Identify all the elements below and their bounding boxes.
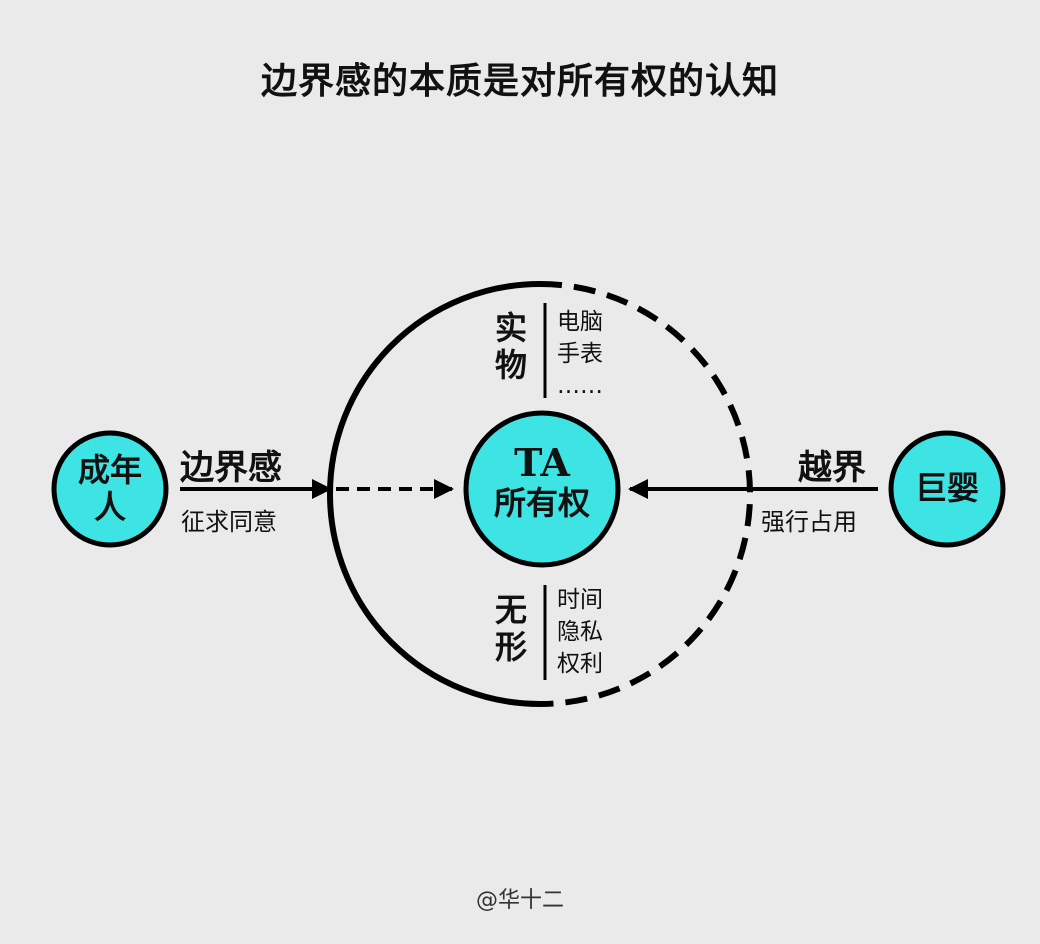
center-node-label: TA 所有权 bbox=[466, 441, 618, 521]
tangible-label-line1: 实 bbox=[494, 309, 527, 347]
tangible-item: …… bbox=[557, 373, 603, 399]
intangible-items: 时间 隐私 权利 bbox=[557, 584, 603, 680]
tangible-item: 电脑 bbox=[557, 309, 603, 335]
intangible-label-line2: 形 bbox=[494, 627, 527, 666]
left-node-line1: 成年 bbox=[77, 451, 142, 489]
left-arrow-sublabel: 征求同意 bbox=[181, 508, 277, 536]
intangible-item: 隐私 bbox=[557, 619, 603, 645]
tangible-label-line2: 物 bbox=[494, 345, 527, 384]
tangible-label: 实 物 bbox=[491, 310, 531, 384]
diagram-page: 边界感的本质是对所有权的认知 成年 人 巨婴 TA 所有权 边界感 征求同意 越… bbox=[0, 0, 1040, 944]
center-node-line1: TA bbox=[514, 440, 570, 485]
watermark: @华十二 bbox=[475, 888, 564, 913]
tangible-item: 手表 bbox=[557, 341, 603, 367]
center-node-line2: 所有权 bbox=[493, 483, 590, 522]
right-node-label: 巨婴 bbox=[914, 469, 979, 507]
intangible-item: 时间 bbox=[557, 587, 603, 613]
intangible-item: 权利 bbox=[557, 651, 603, 677]
left-arrow-label: 边界感 bbox=[180, 448, 282, 488]
tangible-items: 电脑 手表 …… bbox=[557, 306, 603, 402]
right-arrow-sublabel: 强行占用 bbox=[761, 508, 857, 536]
right-arrow-label: 越界 bbox=[798, 448, 866, 488]
left-node-label: 成年 人 bbox=[64, 452, 156, 526]
intangible-label: 无 形 bbox=[491, 592, 531, 666]
left-node-line2: 人 bbox=[93, 487, 126, 526]
intangible-label-line1: 无 bbox=[494, 591, 527, 629]
